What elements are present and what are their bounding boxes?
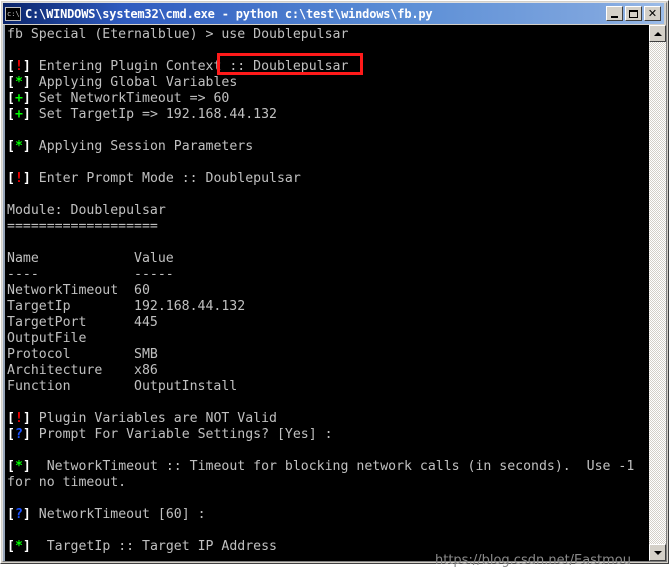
console-area[interactable]: fb Special (Eternalblue) > use Doublepul… xyxy=(3,25,664,568)
console-line: [*] Applying Session Parameters xyxy=(7,139,254,154)
console-line: [?] Prompt For Variable Settings? [Yes] … xyxy=(7,427,333,442)
console-output: fb Special (Eternalblue) > use Doublepul… xyxy=(7,27,647,559)
console-line: =================== xyxy=(7,219,158,234)
scroll-down-button[interactable] xyxy=(649,544,666,561)
console-line: TargetIp 192.168.44.132 xyxy=(7,299,246,314)
console-line: [!] Plugin Variables are NOT Valid xyxy=(7,411,277,426)
console-line: Protocol SMB xyxy=(7,347,158,362)
console-line: [*] NetworkTimeout :: Timeout for blocki… xyxy=(7,459,635,474)
watermark-text: https://blog.csdn.net/Eastmou xyxy=(435,553,631,568)
chevron-down-icon xyxy=(653,550,662,555)
title-bar[interactable]: C:\WINDOWS\system32\cmd.exe - python c:\… xyxy=(3,3,664,24)
window-title: C:\WINDOWS\system32\cmd.exe - python c:\… xyxy=(25,6,433,21)
console-line: Module: Doublepulsar xyxy=(7,203,166,218)
console-line: Name Value xyxy=(7,251,174,266)
maximize-icon xyxy=(629,9,638,18)
console-line: [!] Entering Plugin Context :: Doublepul… xyxy=(7,59,349,74)
cmd-console-icon xyxy=(5,6,21,21)
console-line: Architecture x86 xyxy=(7,363,158,378)
cmd-window: C:\WINDOWS\system32\cmd.exe - python c:\… xyxy=(0,0,669,568)
vertical-scrollbar[interactable] xyxy=(649,25,666,561)
console-line: TargetPort 445 xyxy=(7,315,158,330)
console-line: [?] NetworkTimeout [60] : xyxy=(7,507,206,522)
console-line: fb Special (Eternalblue) > use Doublepul… xyxy=(7,27,349,42)
window-controls: ✕ xyxy=(606,6,664,21)
console-line: Function OutputInstall xyxy=(7,379,238,394)
maximize-button[interactable] xyxy=(625,6,642,21)
chevron-up-icon xyxy=(653,31,662,36)
minimize-icon xyxy=(611,15,618,18)
console-line: [*] Applying Global Variables xyxy=(7,75,238,90)
console-line: NetworkTimeout 60 xyxy=(7,283,150,298)
scroll-up-button[interactable] xyxy=(649,25,666,42)
console-line: for no timeout. xyxy=(7,475,127,490)
console-line: [!] Enter Prompt Mode :: Doublepulsar xyxy=(7,171,301,186)
minimize-button[interactable] xyxy=(606,6,623,21)
console-line: OutputFile xyxy=(7,331,87,346)
close-icon: ✕ xyxy=(647,7,658,20)
console-line: [+] Set TargetIp => 192.168.44.132 xyxy=(7,107,277,122)
console-line: [+] Set NetworkTimeout => 60 xyxy=(7,91,230,106)
console-line: ---- ----- xyxy=(7,267,174,282)
close-button[interactable]: ✕ xyxy=(644,6,661,21)
